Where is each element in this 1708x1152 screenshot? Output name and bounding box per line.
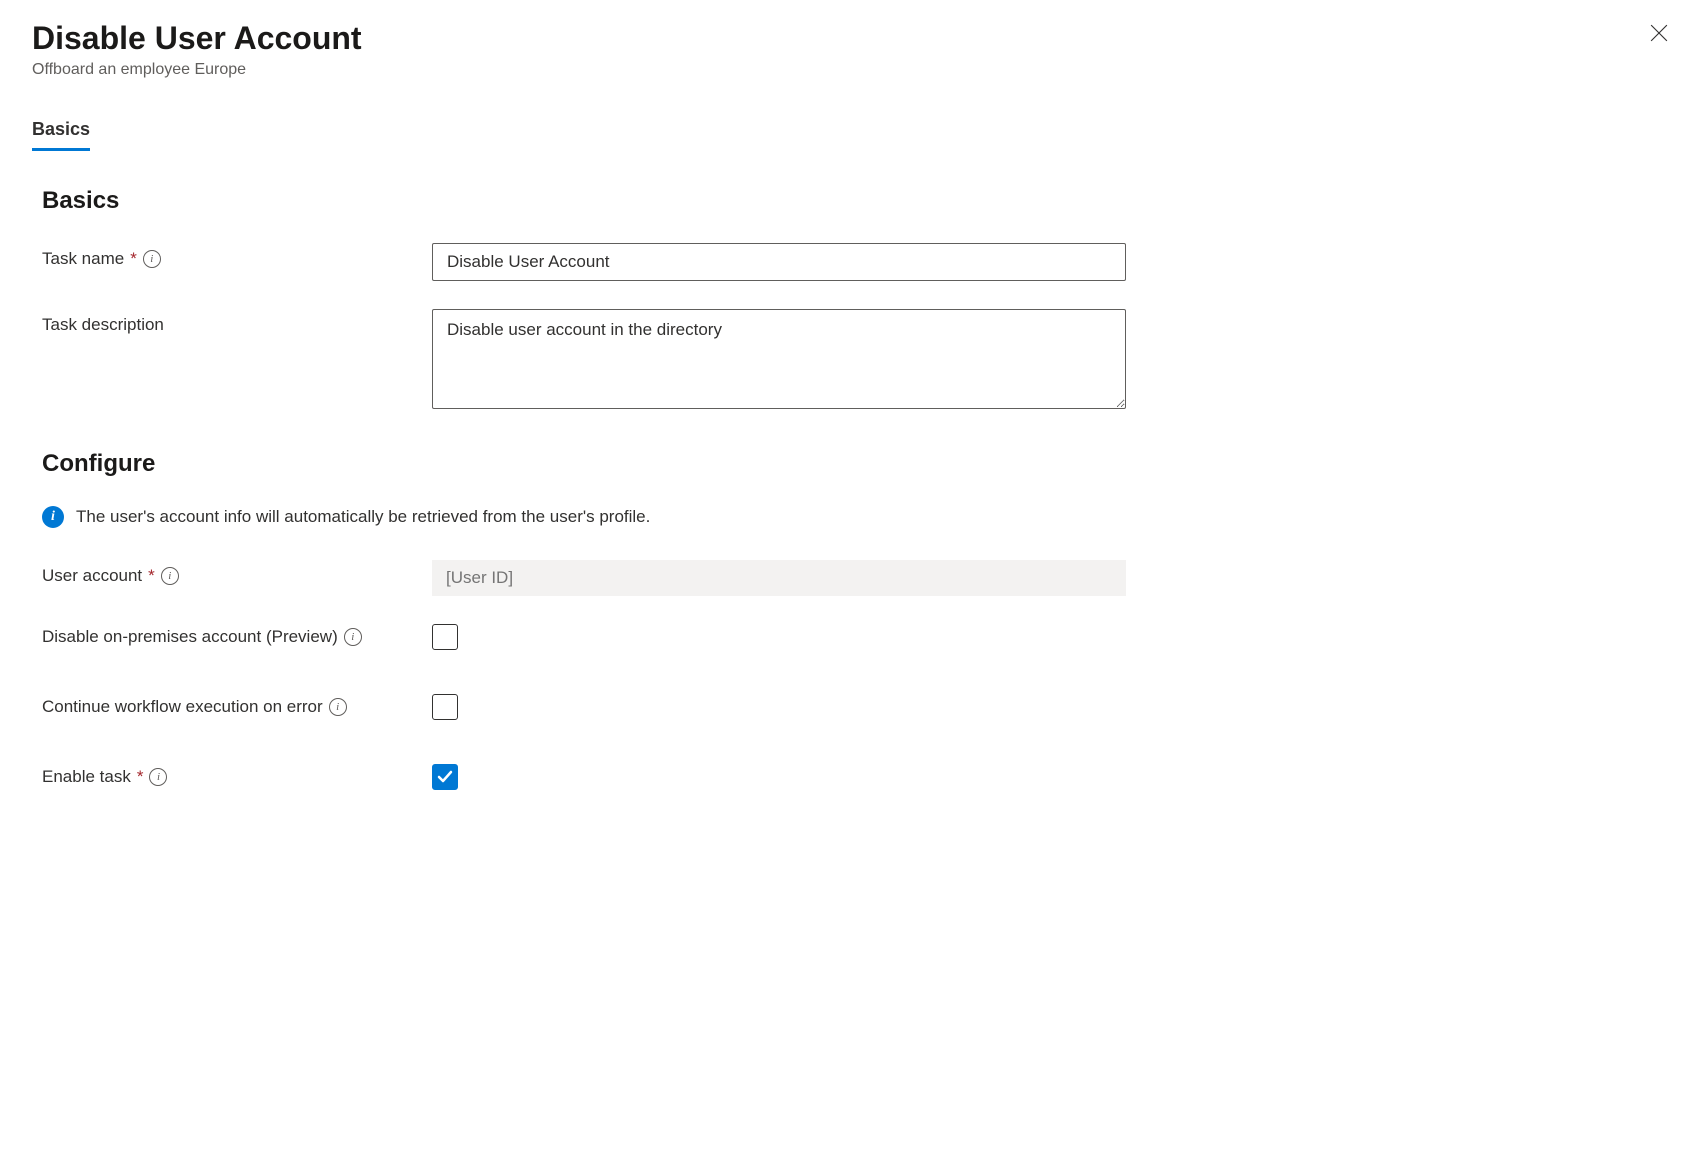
task-name-input[interactable]	[432, 243, 1126, 281]
info-banner-icon: i	[42, 506, 64, 528]
tabs-container: Basics	[32, 111, 1676, 151]
info-banner: i The user's account info will automatic…	[32, 506, 1676, 528]
tab-basics[interactable]: Basics	[32, 111, 90, 151]
continue-on-error-checkbox[interactable]	[432, 694, 458, 720]
info-banner-text: The user's account info will automatical…	[76, 507, 650, 527]
enable-task-label: Enable task * i	[42, 767, 432, 787]
checkmark-icon	[437, 769, 453, 785]
page-title: Disable User Account	[32, 20, 362, 57]
info-icon[interactable]: i	[161, 567, 179, 585]
disable-onprem-checkbox[interactable]	[432, 624, 458, 650]
basics-section-title: Basics	[32, 187, 1676, 215]
info-icon[interactable]: i	[149, 768, 167, 786]
close-button[interactable]	[1642, 16, 1676, 53]
required-indicator: *	[148, 566, 155, 586]
info-icon[interactable]: i	[329, 698, 347, 716]
required-indicator: *	[137, 767, 144, 787]
page-subtitle: Offboard an employee Europe	[32, 61, 362, 79]
task-description-label: Task description	[42, 309, 432, 335]
info-icon[interactable]: i	[344, 628, 362, 646]
close-icon	[1650, 24, 1668, 42]
configure-section-title: Configure	[32, 450, 1676, 478]
disable-onprem-label: Disable on-premises account (Preview) i	[42, 627, 432, 647]
user-account-input	[432, 560, 1126, 596]
required-indicator: *	[130, 249, 137, 269]
user-account-label: User account * i	[42, 560, 432, 586]
task-name-label: Task name * i	[42, 243, 432, 269]
continue-on-error-label: Continue workflow execution on error i	[42, 697, 432, 717]
enable-task-checkbox[interactable]	[432, 764, 458, 790]
task-description-input[interactable]	[432, 309, 1126, 409]
info-icon[interactable]: i	[143, 250, 161, 268]
